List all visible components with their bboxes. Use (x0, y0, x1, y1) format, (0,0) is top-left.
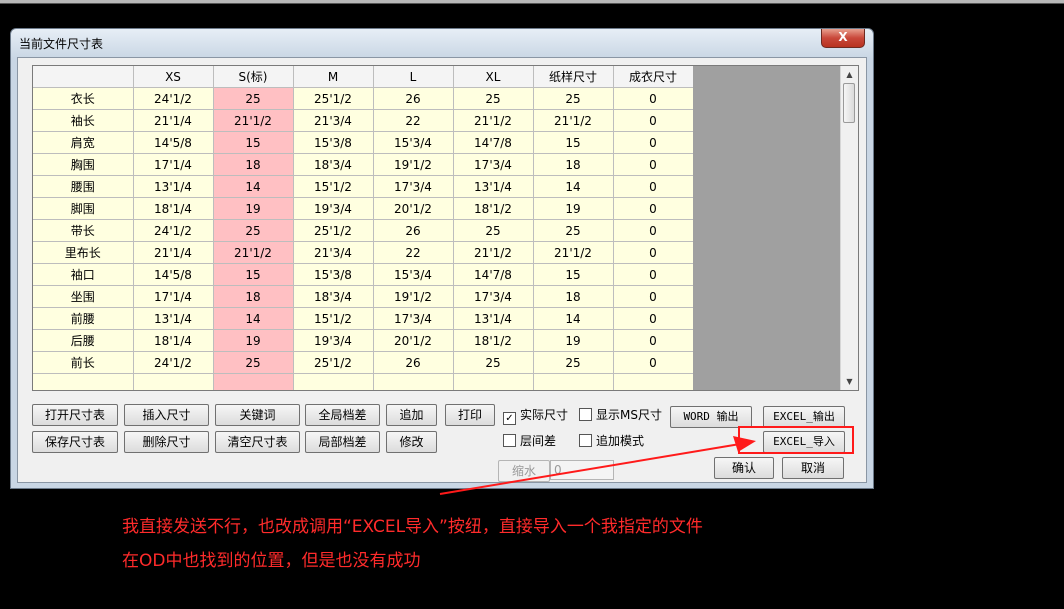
arrow-head-icon (733, 436, 756, 452)
annotation-line-2: 在OD中也找到的位置，但是也没有成功 (122, 551, 421, 571)
arrow-line (439, 443, 741, 495)
annotation-line-1: 我直接发送不行，也改成调用“EXCEL导入”按纽，直接导入一个我指定的文件 (122, 517, 703, 537)
